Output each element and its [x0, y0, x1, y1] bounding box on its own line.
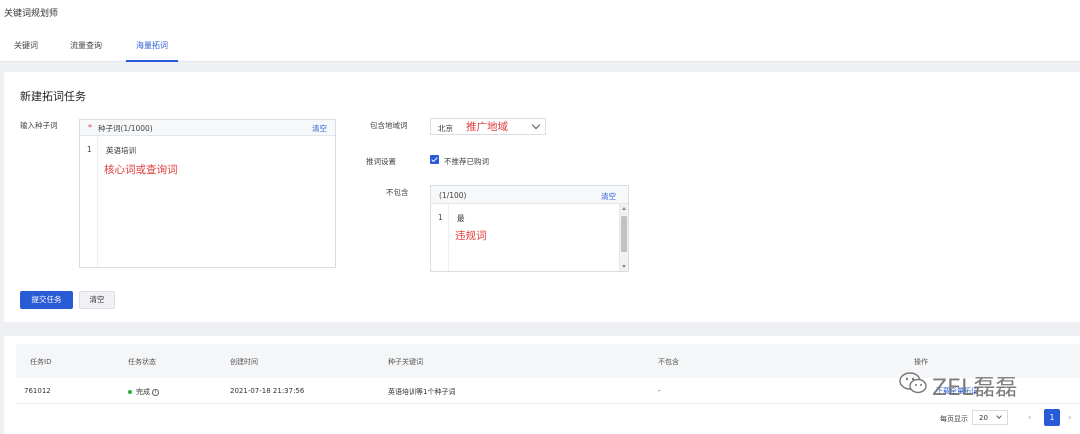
prev-page-icon[interactable]: ‹ — [1028, 413, 1032, 423]
next-page-icon[interactable]: › — [1068, 413, 1072, 423]
per-page-label: 每页显示 — [940, 415, 968, 423]
column-header: 任务状态 — [128, 358, 156, 366]
column-header: 创建时间 — [230, 358, 258, 366]
seed-textarea-header: * 种子词(1/1000) 清空 — [80, 120, 335, 136]
per-page-value: 20 — [979, 414, 988, 422]
line-gutter — [80, 136, 98, 267]
task-id: 761012 — [24, 387, 51, 395]
panel-title: 新建拓词任务 — [20, 90, 86, 103]
column-header: 任务ID — [30, 358, 52, 366]
seed-keywords-cell: 英语培训等1个种子词 — [388, 388, 456, 396]
new-task-panel: 新建拓词任务 输入种子词 * 种子词(1/1000) 清空 1 英语培训 核心词… — [4, 72, 1080, 322]
tab-keywords[interactable]: 关键词 — [14, 40, 38, 62]
exclude-textarea-header: (1/100) 清空 — [431, 186, 628, 204]
scroll-down-icon[interactable] — [622, 265, 626, 268]
exclude-bought-label: 不推荐已购词 — [444, 157, 489, 166]
info-icon[interactable]: i — [152, 388, 159, 396]
seed-label: 输入种子词 — [20, 121, 58, 130]
required-mark: * — [88, 123, 92, 132]
region-value: 北京 — [438, 124, 453, 133]
created-time: 2021-07-18 21:37:56 — [230, 387, 305, 395]
exclude-clear-link[interactable]: 清空 — [601, 191, 616, 202]
exclude-line-text: 最 — [457, 214, 465, 223]
clear-button[interactable]: 清空 — [79, 291, 115, 309]
column-header: 种子关键词 — [388, 358, 423, 366]
tab-mass-expansion[interactable]: 海量拓词 — [126, 40, 178, 62]
exclude-label: 不包含 — [386, 188, 409, 197]
watermark-text: ZEL磊磊 — [932, 376, 1018, 401]
column-header: 不包含 — [658, 358, 679, 366]
exclude-cell: - — [658, 387, 661, 395]
scroll-thumb[interactable] — [621, 216, 627, 252]
submit-task-button[interactable]: 提交任务 — [20, 291, 73, 309]
status-dot-icon — [128, 390, 132, 394]
watermark: ZEL磊磊 — [898, 366, 1050, 404]
page-number-current[interactable]: 1 — [1044, 409, 1060, 426]
region-label: 包含地域词 — [370, 121, 408, 130]
status-text: 完成 — [136, 388, 150, 396]
seed-textarea[interactable]: * 种子词(1/1000) 清空 1 英语培训 核心词或查询词 — [79, 119, 336, 268]
wechat-icon — [899, 372, 927, 394]
exclude-bought-checkbox[interactable] — [430, 155, 439, 164]
app-title: 关键词规划师 — [4, 9, 59, 19]
seed-clear-link[interactable]: 清空 — [312, 123, 327, 134]
exclude-scrollbar[interactable] — [619, 204, 628, 271]
line-number: 1 — [87, 145, 92, 154]
region-annotation: 推广地域 — [466, 121, 508, 133]
chevron-down-icon — [996, 413, 1002, 419]
chevron-down-icon — [531, 120, 541, 130]
top-bar: 关键词规划师 关键词 流量查询 海量拓词 — [0, 0, 1080, 62]
per-page-select[interactable]: 20 — [972, 410, 1008, 425]
status-cell: 完成 i — [128, 387, 159, 397]
exclude-count: (1/100) — [439, 191, 467, 200]
exclude-textarea[interactable]: (1/100) 清空 1 最 违规词 — [430, 185, 629, 272]
recommend-label: 推词设置 — [366, 157, 396, 166]
tab-traffic-query[interactable]: 流量查询 — [70, 40, 102, 62]
seed-count: 种子词(1/1000) — [98, 124, 153, 133]
line-number: 1 — [438, 213, 443, 222]
exclude-annotation: 违规词 — [455, 230, 487, 242]
seed-line-text: 英语培训 — [106, 146, 136, 155]
seed-annotation: 核心词或查询词 — [104, 164, 178, 176]
scroll-up-icon[interactable] — [622, 207, 626, 210]
